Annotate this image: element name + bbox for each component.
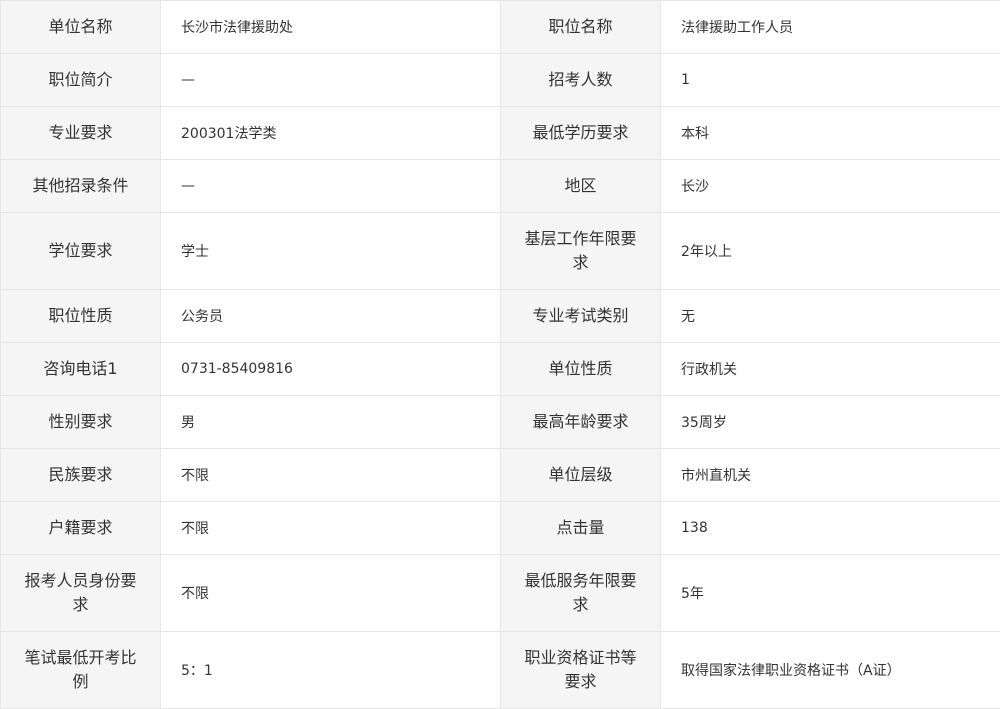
field-value: 市州直机关 — [661, 449, 1000, 502]
field-label: 其他招录条件 — [1, 160, 161, 213]
field-label: 职业资格证书等要求 — [501, 632, 661, 709]
field-value: 长沙 — [661, 160, 1000, 213]
field-label: 民族要求 — [1, 449, 161, 502]
field-value: 本科 — [661, 107, 1000, 160]
field-label: 专业要求 — [1, 107, 161, 160]
field-label: 性别要求 — [1, 396, 161, 449]
table-row: 职位性质 公务员 专业考试类别 无 — [1, 290, 1000, 343]
field-label: 咨询电话1 — [1, 343, 161, 396]
field-label: 报考人员身份要求 — [1, 555, 161, 632]
field-label: 点击量 — [501, 502, 661, 555]
field-value: 不限 — [161, 555, 501, 632]
field-value: 1 — [661, 54, 1000, 107]
table-row: 咨询电话1 0731-85409816 单位性质 行政机关 — [1, 343, 1000, 396]
field-value: 138 — [661, 502, 1000, 555]
field-label: 单位层级 — [501, 449, 661, 502]
field-label: 笔试最低开考比例 — [1, 632, 161, 709]
field-value: 无 — [661, 290, 1000, 343]
field-label: 单位名称 — [1, 1, 161, 54]
field-value: 35周岁 — [661, 396, 1000, 449]
field-label: 职位名称 — [501, 1, 661, 54]
field-value: 法律援助工作人员 — [661, 1, 1000, 54]
field-label: 学位要求 — [1, 213, 161, 290]
table-row: 职位简介 — 招考人数 1 — [1, 54, 1000, 107]
field-label: 基层工作年限要求 — [501, 213, 661, 290]
table-row: 户籍要求 不限 点击量 138 — [1, 502, 1000, 555]
table-row: 其他招录条件 — 地区 长沙 — [1, 160, 1000, 213]
field-label: 职位性质 — [1, 290, 161, 343]
field-value: 0731-85409816 — [161, 343, 501, 396]
field-value: 200301法学类 — [161, 107, 501, 160]
field-value: 行政机关 — [661, 343, 1000, 396]
field-value: 学士 — [161, 213, 501, 290]
field-label: 地区 — [501, 160, 661, 213]
field-value: — — [161, 54, 501, 107]
field-value: 男 — [161, 396, 501, 449]
field-label: 职位简介 — [1, 54, 161, 107]
table-row: 民族要求 不限 单位层级 市州直机关 — [1, 449, 1000, 502]
field-value: 5年 — [661, 555, 1000, 632]
field-value: 不限 — [161, 502, 501, 555]
field-value: 5：1 — [161, 632, 501, 709]
field-label: 最低服务年限要求 — [501, 555, 661, 632]
field-label: 专业考试类别 — [501, 290, 661, 343]
table-row: 单位名称 长沙市法律援助处 职位名称 法律援助工作人员 — [1, 1, 1000, 54]
field-value: 公务员 — [161, 290, 501, 343]
table-row: 学位要求 学士 基层工作年限要求 2年以上 — [1, 213, 1000, 290]
table-row: 报考人员身份要求 不限 最低服务年限要求 5年 — [1, 555, 1000, 632]
field-value: 取得国家法律职业资格证书（A证） — [661, 632, 1000, 709]
table-row: 专业要求 200301法学类 最低学历要求 本科 — [1, 107, 1000, 160]
field-value: 不限 — [161, 449, 501, 502]
field-label: 单位性质 — [501, 343, 661, 396]
field-value: — — [161, 160, 501, 213]
table-row: 性别要求 男 最高年龄要求 35周岁 — [1, 396, 1000, 449]
field-label: 户籍要求 — [1, 502, 161, 555]
table-row: 笔试最低开考比例 5：1 职业资格证书等要求 取得国家法律职业资格证书（A证） — [1, 632, 1000, 709]
field-label: 招考人数 — [501, 54, 661, 107]
position-info-table: 单位名称 长沙市法律援助处 职位名称 法律援助工作人员 职位简介 — 招考人数 … — [0, 0, 1000, 709]
field-label: 最低学历要求 — [501, 107, 661, 160]
field-label: 最高年龄要求 — [501, 396, 661, 449]
field-value: 2年以上 — [661, 213, 1000, 290]
field-value: 长沙市法律援助处 — [161, 1, 501, 54]
